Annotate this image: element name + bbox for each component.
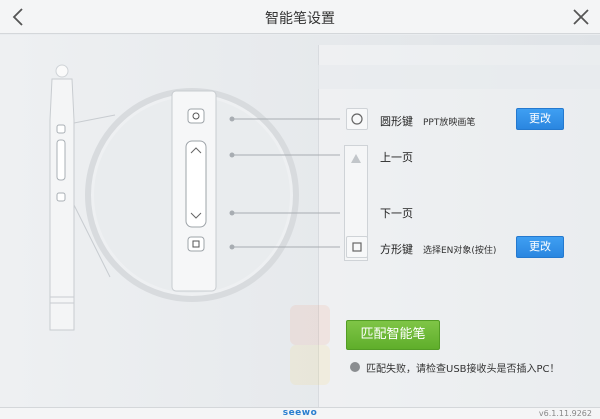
footer: seewo v6.1.11.9262 [0,407,600,419]
window-title: 智能笔设置 [265,11,335,27]
square-icon [352,242,362,252]
settings-panel: 圆形键 PPT放映画笔 更改 上一页 下一页 方形键 选择EN对象(按住) 更改… [0,35,600,407]
close-button[interactable] [570,6,592,28]
circle-key-action: PPT放映画笔 [423,118,476,128]
close-icon [573,9,589,25]
background-bar [318,65,600,89]
title-bar: 智能笔设置 [0,0,600,34]
circle-key-icon-box [346,108,368,130]
page-down-label: 下一页 [380,207,413,220]
status-message: 匹配失败，请检查USB接收头是否插入PC！ [366,364,560,375]
brand-logo: seewo [282,408,318,418]
change-square-key-button[interactable]: 更改 [516,236,564,258]
smart-pen-illustration [49,64,340,331]
circle-key-label: 圆形键 [380,115,413,128]
square-key-label: 方形键 [380,243,413,256]
version-label: v6.1.11.9262 [538,409,592,418]
square-key-icon-box [346,236,368,258]
square-key-action: 选择EN对象(按住) [423,246,497,256]
triangle-up-icon [351,154,361,163]
change-circle-key-button[interactable]: 更改 [516,108,564,130]
status-indicator [350,362,360,372]
page-up-label: 上一页 [380,151,413,164]
match-pen-button[interactable]: 匹配智能笔 [346,320,440,350]
circle-icon [351,113,363,125]
